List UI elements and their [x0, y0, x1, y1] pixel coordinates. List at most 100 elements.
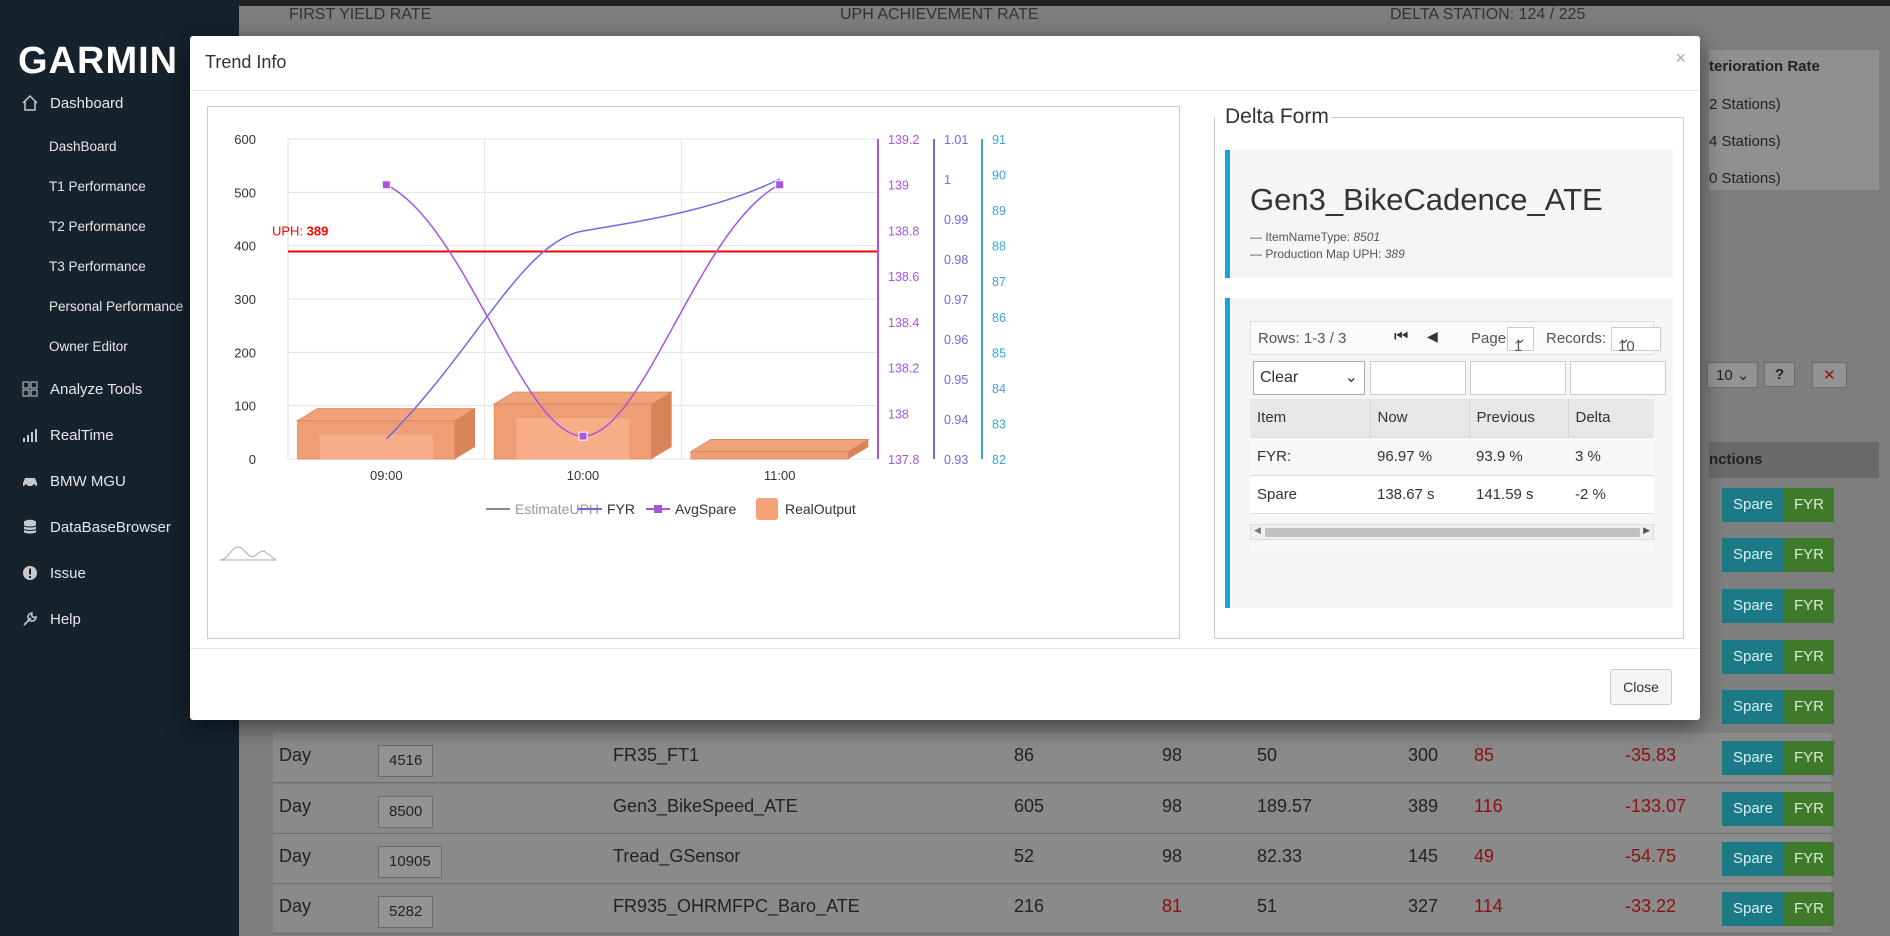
- records-label: Records:: [1546, 330, 1607, 347]
- spare-button[interactable]: Spare: [1722, 741, 1784, 775]
- spare-button[interactable]: Spare: [1722, 640, 1784, 674]
- fyr-button[interactable]: FYR: [1784, 690, 1834, 724]
- prev-page-icon[interactable]: ◀: [1427, 328, 1438, 345]
- spare-button[interactable]: Spare: [1722, 842, 1784, 876]
- avgspare-axis-tick-label: 138.2: [888, 362, 919, 376]
- column-header-previous[interactable]: Previous: [1469, 399, 1569, 437]
- value-cell: 145: [1408, 846, 1439, 866]
- chevron-down-icon: ⌄: [1344, 369, 1358, 386]
- spare-button[interactable]: Spare: [1722, 589, 1784, 623]
- modal-title: Trend Info: [205, 52, 287, 72]
- column-header-item[interactable]: Item: [1250, 399, 1371, 437]
- fyr-button[interactable]: FYR: [1784, 741, 1834, 775]
- fyr-button[interactable]: FYR: [1784, 640, 1834, 674]
- horizontal-scrollbar[interactable]: ◀ ▶: [1250, 524, 1654, 540]
- column-header-now[interactable]: Now: [1370, 399, 1470, 437]
- delta-form-panel: Delta Form Gen3_BikeCadence_ATE — ItemNa…: [1214, 105, 1684, 639]
- extra-axis-tick-label: 85: [992, 346, 1006, 360]
- clear-filter-select[interactable]: Clear ⌄: [1253, 361, 1365, 395]
- extra-axis-tick-label: 83: [992, 417, 1006, 431]
- value-cell: 300: [1408, 745, 1439, 765]
- delta-grid-box: Rows: 1-3 / 3 ⏮ ◀ Page 1 ⌄ Records: 10 ⌄…: [1225, 298, 1673, 608]
- spare-button[interactable]: Spare: [1722, 690, 1784, 724]
- table-row[interactable]: Spare 138.67 s 141.59 s -2 %: [1250, 474, 1654, 513]
- table-row[interactable]: FYR: 96.97 % 93.9 % 3 %: [1250, 436, 1654, 475]
- extra-axis-tick-label: 88: [992, 240, 1006, 254]
- records-select-value: 10: [1716, 367, 1733, 384]
- map-uph-value: 389: [1384, 247, 1405, 261]
- fyr-button[interactable]: FYR: [1784, 792, 1834, 826]
- legend-swatch-realoutput: [756, 498, 778, 520]
- spare-button[interactable]: Spare: [1722, 792, 1784, 826]
- sidebar-item-label: Help: [50, 610, 81, 628]
- x-axis-tick-label: 11:00: [764, 468, 796, 483]
- now-cell: 96.97 %: [1370, 436, 1469, 475]
- now-filter-input[interactable]: [1370, 361, 1466, 395]
- realoutput-bar[interactable]: [689, 439, 871, 460]
- item-type-line: — ItemNameType: 8501: [1250, 230, 1380, 244]
- first-page-icon[interactable]: ⏮: [1394, 328, 1408, 346]
- realoutput-bar[interactable]: [295, 408, 477, 460]
- station-code-cell[interactable]: 8500: [378, 796, 434, 828]
- sidebar-item-label: RealTime: [50, 426, 114, 444]
- datazoom-thumbnail-icon: [219, 546, 277, 561]
- fyr-button[interactable]: FYR: [1784, 842, 1834, 876]
- kpi-uph-achievement-rate: UPH ACHIEVEMENT RATE: [840, 6, 1039, 23]
- avgspare-axis-tick-label: 138.6: [888, 270, 919, 284]
- x-axis-tick-label: 09:00: [370, 468, 403, 483]
- delta-table-header: Item Now Previous Delta: [1250, 399, 1654, 437]
- fyr-button[interactable]: FYR: [1784, 538, 1834, 572]
- spare-button[interactable]: Spare: [1722, 892, 1784, 926]
- delta-cell: -54.75: [1625, 846, 1677, 866]
- sidebar-item-label: Issue: [50, 564, 86, 582]
- shift-cell: Day: [279, 745, 312, 765]
- left-axis-tick-label: 0: [249, 452, 256, 467]
- extra-axis-tick-label: 87: [992, 275, 1006, 289]
- scroll-right-icon[interactable]: ▶: [1643, 525, 1650, 536]
- station-code-cell[interactable]: 5282: [378, 896, 434, 928]
- delta-cell: -133.07: [1625, 796, 1687, 816]
- close-icon[interactable]: ×: [1675, 48, 1686, 69]
- delta-filter-input[interactable]: [1570, 361, 1666, 395]
- value-cell: 216: [1014, 896, 1045, 916]
- avgspare-axis-tick-label: 138.8: [888, 224, 919, 238]
- now-cell: 138.67 s: [1370, 474, 1469, 513]
- value-cell: 116: [1474, 796, 1503, 816]
- previous-filter-input[interactable]: [1470, 361, 1566, 395]
- fyr-button[interactable]: FYR: [1784, 892, 1834, 926]
- help-button[interactable]: ?: [1764, 362, 1796, 387]
- records-select[interactable]: 10 ⌄: [1707, 362, 1759, 388]
- shift-cell: Day: [279, 846, 312, 866]
- spare-button[interactable]: Spare: [1722, 488, 1784, 522]
- page-select[interactable]: 1 ⌄: [1507, 327, 1534, 355]
- value-cell: 82.33: [1257, 846, 1303, 866]
- fyr-axis-tick-label: 0.98: [944, 253, 968, 267]
- kpi-first-yield-rate: FIRST YIELD RATE: [289, 6, 432, 23]
- spare-button[interactable]: Spare: [1722, 538, 1784, 572]
- avgspare-axis-tick-label: 139.2: [888, 133, 919, 147]
- map-uph-label: — Production Map UPH:: [1250, 247, 1385, 261]
- clear-filter-icon[interactable]: ✕: [1812, 362, 1847, 388]
- station-code-cell[interactable]: 10905: [378, 846, 442, 878]
- scroll-left-icon[interactable]: ◀: [1254, 525, 1261, 536]
- extra-axis-tick-label: 91: [992, 133, 1006, 147]
- column-header-delta[interactable]: Delta: [1568, 399, 1654, 437]
- fyr-button[interactable]: FYR: [1784, 488, 1834, 522]
- records-select[interactable]: 10 ⌄: [1611, 327, 1661, 355]
- sidebar-item-label: Analyze Tools: [50, 380, 143, 398]
- fyr-button[interactable]: FYR: [1784, 589, 1834, 623]
- garmin-logo: GARMIN: [18, 40, 179, 82]
- page-label: Page: [1471, 330, 1507, 347]
- value-cell: 98: [1162, 796, 1183, 816]
- grid-pager: Rows: 1-3 / 3 ⏮ ◀ Page 1 ⌄ Records: 10 ⌄: [1250, 321, 1661, 355]
- deterioration-row-3: 0 Stations): [1709, 170, 1781, 187]
- value-cell: 98: [1162, 745, 1183, 765]
- close-button[interactable]: Close: [1610, 669, 1672, 705]
- trend-info-modal: Trend Info × 0 100 200 300 400 500 600 09:00 10:…: [190, 36, 1700, 720]
- station-code-cell[interactable]: 4516: [378, 745, 434, 777]
- realoutput-bar[interactable]: [492, 391, 674, 460]
- grid-icon: [20, 379, 40, 399]
- station-name-cell: Gen3_BikeSpeed_ATE: [613, 796, 798, 816]
- deterioration-card: terioration Rate 2 Stations) 4 Stations)…: [1709, 50, 1879, 190]
- scrollbar-thumb[interactable]: [1265, 528, 1640, 537]
